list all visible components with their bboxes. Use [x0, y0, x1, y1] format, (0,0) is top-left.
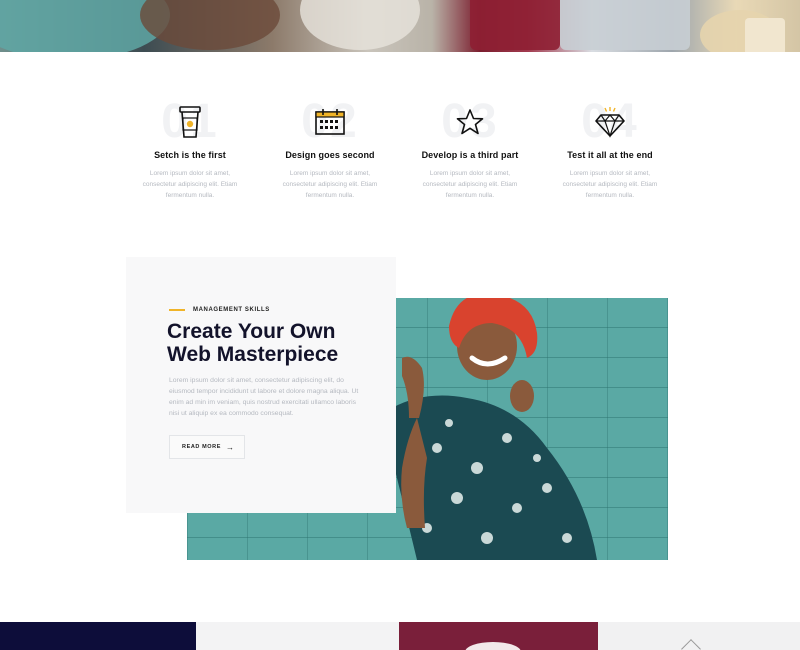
star-icon [400, 100, 540, 144]
feature-item: 02 Design goes second Lorem ipsum dolor … [260, 96, 400, 206]
feature-item: 03 Develop is a third part Lorem ipsum d… [400, 96, 540, 206]
promo-body-text: Lorem ipsum dolor sit amet, consectetur … [169, 377, 359, 417]
read-more-label: READ MORE [182, 444, 222, 450]
promo-headline: Create Your Own Web Masterpiece [167, 320, 387, 366]
diamond-icon [540, 100, 680, 144]
tile-grey[interactable] [598, 622, 800, 650]
feature-description: Lorem ipsum dolor sit amet, consectetur … [422, 170, 518, 199]
read-more-button[interactable]: READ MORE → [169, 435, 245, 459]
accent-line [169, 309, 185, 311]
headline-line-1: Create Your Own [167, 320, 336, 343]
headline-line-2: Web Masterpiece [167, 343, 339, 366]
feature-item: 01 Setch is the first Lorem ipsum dolor … [120, 96, 260, 206]
feature-title: Setch is the first [154, 150, 226, 160]
bottom-tiles-strip [0, 622, 800, 650]
feature-description: Lorem ipsum dolor sit amet, consectetur … [562, 170, 658, 199]
tile-navy[interactable] [0, 622, 196, 650]
coffee-cup-icon [120, 100, 260, 144]
features-row: 01 Setch is the first Lorem ipsum dolor … [120, 96, 680, 206]
feature-title: Test it all at the end [567, 150, 653, 160]
hero-banner-image [0, 0, 800, 52]
feature-description: Lorem ipsum dolor sit amet, consectetur … [282, 170, 378, 199]
section-eyebrow: MANAGEMENT SKILLS [169, 307, 270, 313]
feature-item: 04 Test it all at the end Lorem ipsum do… [540, 96, 680, 206]
feature-title: Design goes second [285, 150, 375, 160]
eyebrow-text: MANAGEMENT SKILLS [193, 307, 270, 313]
tile-maroon[interactable] [399, 622, 598, 650]
calendar-icon [260, 100, 400, 144]
feature-description: Lorem ipsum dolor sit amet, consectetur … [142, 170, 238, 199]
tile-light[interactable] [196, 622, 399, 650]
arrow-right-icon: → [226, 442, 234, 452]
feature-title: Develop is a third part [421, 150, 519, 160]
